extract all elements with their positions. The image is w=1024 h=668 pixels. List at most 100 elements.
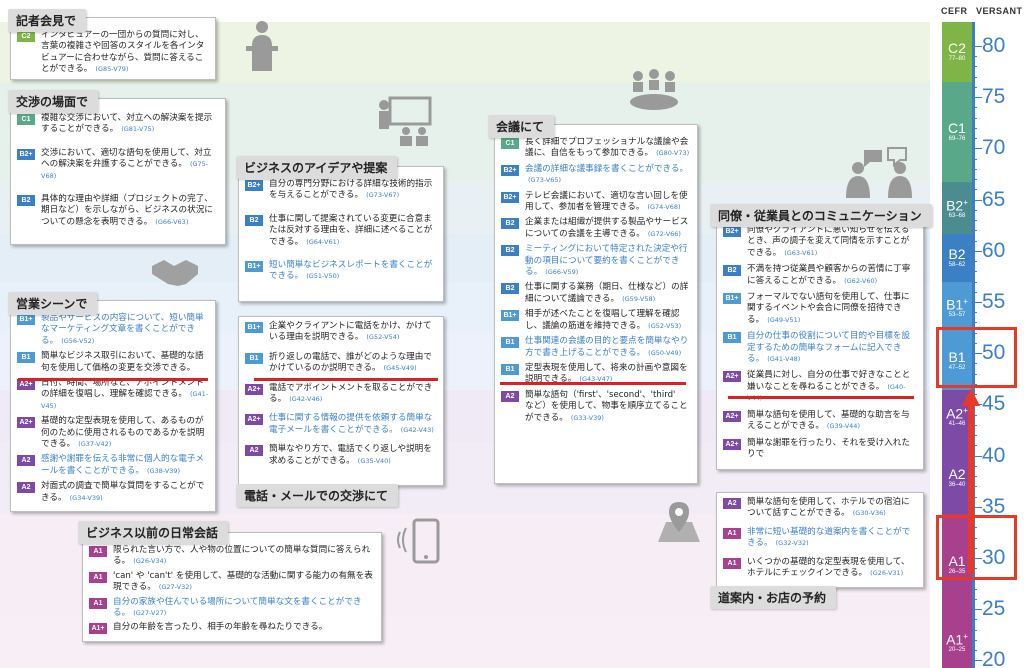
versant-minor-tick (972, 322, 977, 324)
skill-text-wrap: 交渉において、適切な語句を使用して、対立への解決案を弁護することができる。 (G7… (41, 148, 219, 182)
skill-text-wrap: 簡単な語句を使用して、ホテルでの宿泊について話すことができる。 (G30-V36) (747, 497, 917, 520)
versant-minor-tick (972, 598, 977, 600)
skill-description: 自分の専門分野における詳細な技術的指示を与えることができる。 (269, 179, 433, 201)
versant-minor-tick (972, 302, 977, 303)
skill-text-wrap: 自分の仕事の役割について目的や目標を設定するための簡単なフォームに記入できる。(… (747, 331, 917, 365)
level-badge: B2 (723, 265, 741, 277)
skill-item: A1 自分の家族や住んでいる場所について簡単な文を書くことができる。 (G27-V2… (89, 597, 375, 620)
gse-code: (G26-V34) (133, 557, 167, 566)
skill-item: B1+ 企業やクライアントに電話をかけ、かけている理由を説明できる。 (G52-V5… (245, 321, 437, 344)
skill-text-wrap: 同僚やクライアントに悪い知らせを伝えるとき、声の調子を変えて同情を示すことができ… (747, 225, 917, 259)
versant-minor-tick (972, 209, 977, 211)
skill-item: A2+ 従業員に対し、自分の仕事で好きなことと嫌いなことを尋ねることができる。 (G… (723, 370, 917, 404)
skill-text-wrap: 仕事に関する情報の提供を依頼する簡単な電子メールを書くことができる。 (G42-V… (269, 413, 437, 436)
level-badge: B2+ (723, 226, 741, 237)
section-title-ideas: ビジネスのアイデアや提案 (236, 156, 398, 179)
gse-code: (G41-V48) (767, 355, 801, 364)
level-badge: A2 (17, 482, 35, 494)
gse-code: (G56-V52) (61, 336, 95, 345)
level-badge: B2+ (501, 191, 519, 203)
level-badge: C1 (17, 114, 35, 125)
skill-text-wrap: テレビ会議において、適切な言い回しを使用して、参加者を管理できる。 (G74-V6… (525, 191, 691, 214)
skill-item: B2+ 自分の専門分野における詳細な技術的指示を与えることができる。 (G73-V6… (245, 179, 437, 202)
skill-item: B2+ テレビ会議において、適切な言い回しを使用して、参加者を管理できる。 (G74… (501, 191, 691, 214)
gse-code: (G74-V68) (647, 203, 681, 212)
skill-item: C1 長く詳細でプロフェッショナルな議論や会議に、自信をもって参加できる。 (G80… (501, 137, 691, 160)
cefr-level-b1-plus: B1+ 53–57 (942, 282, 972, 332)
level-badge: A2+ (245, 383, 263, 395)
level-badge: B2 (245, 214, 263, 226)
skill-item: B2 ミーティングにおいて特定された決定や行動の項目について要約を書くことができる… (501, 244, 691, 278)
versant-number: 60 (982, 238, 1006, 262)
level-badge: B1+ (245, 261, 263, 273)
skill-item: A1+ 自分の年齢を言ったり、相手の年齢を尋ねたりできる。 (89, 622, 375, 635)
gse-code: (G66-V59) (545, 268, 579, 277)
versant-minor-tick (972, 138, 977, 140)
skill-description: 日付、時間、場所など、アポイントメントの詳細を復唱し、理解を確認できる。 (41, 378, 204, 400)
skill-text-wrap: 会議の詳細な議事録を書くことができる。 (G73-V65) (525, 164, 691, 187)
versant-minor-tick (972, 650, 977, 652)
section-title-press: 記者会見で (8, 9, 87, 32)
gse-code: (G63-V61) (784, 248, 818, 257)
gse-code: (G42-V46) (289, 395, 323, 404)
level-badge: B1 (723, 332, 741, 344)
skill-text-wrap: いくつかの基礎的な定型表現を使用して、ホテルにチェックインできる。 (G26-V3… (747, 557, 917, 580)
versant-minor-tick (972, 629, 977, 631)
gse-code: (G49-V51) (767, 315, 801, 324)
skill-item: A2 対面式の調査で簡単な質問をすることができる。 (G34-V39) (17, 481, 209, 504)
versant-minor-tick (972, 199, 977, 201)
level-badge: A2 (501, 390, 519, 402)
skill-item: C2 インタビュアーの一団からの質問に対し、言葉の複雑さや回答のスタイルを各インタ… (17, 30, 209, 76)
skill-description: 従業員に対し、自分の仕事で好きなことと嫌いなことを尋ねることができる。 (747, 370, 911, 392)
cefr-level-b2: B2 58–62 (942, 234, 972, 282)
skill-text-wrap: 不満を持つ従業員や顧客からの苦情に丁寧に答えることができる。 (G62-V60) (747, 264, 917, 287)
level-badge: B2+ (245, 180, 263, 191)
highlight-underline-phone (254, 378, 438, 381)
skill-text-wrap: 具体的な理由や詳細（プロジェクトの完了、期日など）を示しながら、ビジネスの状況に… (41, 194, 219, 228)
skill-description: 簡単なビジネス取引において、基礎的な語句を使用して価格の変更を交渉できる。 (41, 351, 204, 373)
versant-minor-tick (972, 148, 977, 150)
section-travel: A2 簡単な語句を使用して、ホテルでの宿泊について話すことができる。 (G30-V3… (716, 492, 924, 588)
level-badge: A2+ (245, 414, 263, 426)
skill-text-wrap: 'can' や 'can't' を使用して、基礎的な活動に関する能力の有無を表現… (113, 571, 375, 594)
skill-text-wrap: 自分の年齢を言ったり、相手の年齢を尋ねたりできる。 (113, 622, 327, 633)
podium-speaker-icon (246, 21, 278, 71)
gse-code: (G39-V44) (826, 422, 860, 431)
versant-minor-tick (972, 639, 977, 641)
skill-item: A1 限られた言い方で、人や物の位置についての簡単な質問に答えられる。 (G26-V… (89, 545, 375, 568)
skill-text-wrap: 相手が述べたことを復唱して理解を確認し、議論の筋道を維持できる。 (G52-V53… (525, 309, 691, 332)
versant-minor-tick (972, 179, 977, 181)
versant-minor-tick (972, 46, 977, 47)
versant-minor-tick (972, 271, 977, 273)
versant-minor-tick (972, 76, 977, 78)
level-badge: A2 (723, 498, 741, 509)
gse-code: (G27-V27) (133, 609, 167, 618)
skill-description: 簡単な謝罪を行ったり、それを受け入れたりで (747, 437, 910, 459)
versant-minor-tick (972, 609, 977, 611)
section-title-negotiation: 交渉の場面で (8, 90, 99, 113)
skill-text-wrap: 簡単な語句（'first'、'second'、'third' など）を使用して、… (525, 390, 691, 424)
level-badge: B1+ (17, 314, 35, 325)
gse-code: (G52-V53) (648, 321, 682, 330)
skill-item: B2+ 同僚やクライアントに悪い知らせを伝えるとき、声の調子を変えて同情を示すこと… (723, 225, 917, 259)
versant-minor-tick (972, 86, 977, 88)
skill-item: B1+ 相手が述べたことを復唱して理解を確認し、議論の筋道を維持できる。 (G52-… (501, 309, 691, 332)
highlight-underline-colleague (728, 396, 914, 399)
gse-code: (G72-V66) (647, 229, 681, 238)
skill-item: A1 いくつかの基礎的な定型表現を使用して、ホテルにチェックインできる。 (G26-… (723, 557, 917, 580)
skill-text-wrap: 限られた言い方で、人や物の位置についての簡単な質問に答えられる。 (G26-V34… (113, 545, 375, 568)
gse-code: (G62-V60) (844, 276, 878, 285)
gse-code: (G80-V73) (656, 149, 690, 158)
level-badge: A1 (89, 571, 107, 583)
versant-number: 75 (982, 85, 1006, 109)
skill-text-wrap: 簡単なビジネス取引において、基礎的な語句を使用して価格の変更を交渉できる。 (41, 351, 209, 374)
level-badge: A2+ (723, 371, 741, 383)
gse-code: (G50-V49) (648, 348, 682, 357)
handshake-icon (152, 260, 198, 286)
versant-minor-tick (972, 220, 977, 222)
gse-code: (G52-V54) (366, 333, 400, 342)
skill-text-wrap: 自分の専門分野における詳細な技術的指示を与えることができる。 (G73-V67) (269, 179, 437, 202)
skill-item: A2+ 基礎的な定型表現を使用して、あるものが何のために使用されるものであるかを説… (17, 416, 209, 450)
level-badge: B1+ (501, 310, 519, 322)
skill-description: 同僚やクライアントに悪い知らせを伝えるとき、声の調子を変えて同情を示すことができ… (747, 225, 910, 258)
